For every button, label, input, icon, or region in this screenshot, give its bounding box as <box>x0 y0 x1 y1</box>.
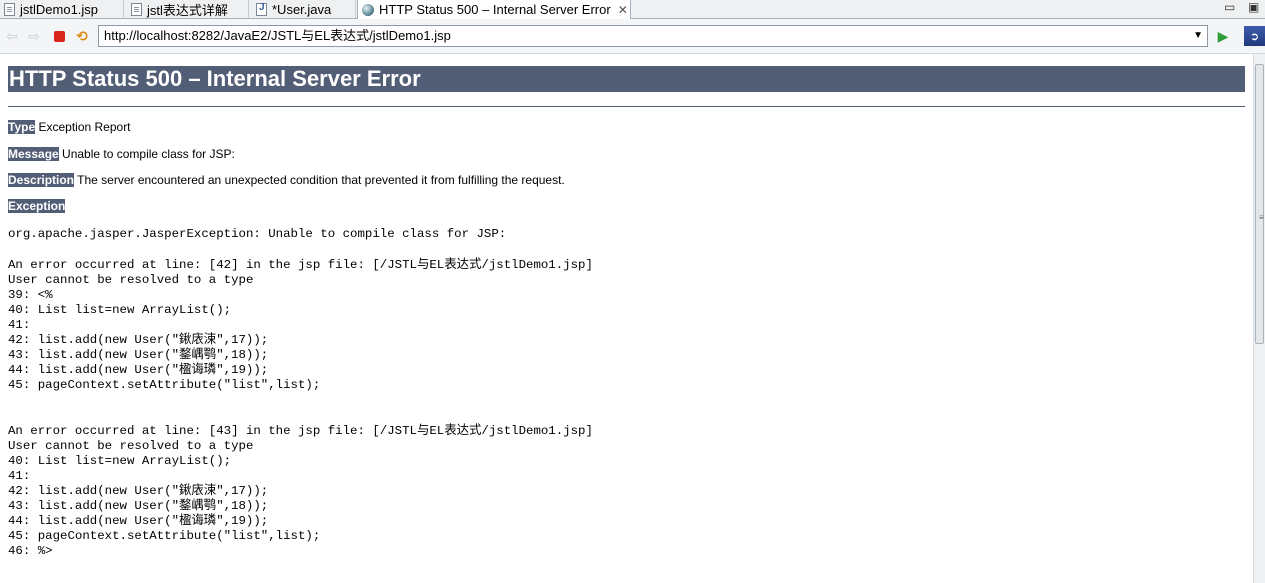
type-value: Exception Report <box>38 120 131 134</box>
message-row: Message Unable to compile class for JSP: <box>8 147 235 162</box>
page-title: HTTP Status 500 – Internal Server Error <box>8 66 1245 92</box>
close-tab-icon[interactable]: ✕ <box>618 3 628 17</box>
vertical-scrollbar[interactable]: ≡ <box>1253 54 1265 583</box>
type-row: Type Exception Report <box>8 120 131 135</box>
message-value: Unable to compile class for JSP: <box>62 147 235 161</box>
document-icon <box>131 2 142 16</box>
divider <box>8 106 1245 107</box>
tab-http-status-500[interactable]: HTTP Status 500 – Internal Server Error … <box>357 0 631 19</box>
tab-label: *User.java <box>272 1 332 17</box>
tab-jstl-expression-doc[interactable]: jstl表达式详解 <box>127 0 249 18</box>
refresh-icon[interactable]: ⟲ <box>74 28 90 44</box>
type-label: Type <box>8 120 36 134</box>
java-file-icon <box>256 2 267 16</box>
exception-line: org.apache.jasper.JasperException: Unabl… <box>8 227 507 241</box>
jsp-file-icon <box>4 2 15 16</box>
minimize-icon[interactable]: ▭ <box>1224 0 1235 14</box>
back-arrow-icon[interactable]: ⇦ <box>4 28 20 44</box>
tab-label: jstl表达式详解 <box>147 2 228 18</box>
tab-label: HTTP Status 500 – Internal Server Error <box>379 2 611 17</box>
exception-label: Exception <box>8 199 66 213</box>
editor-tab-bar: jstlDemo1.jsp jstl表达式详解 *User.java HTTP … <box>0 0 1265 19</box>
exception-row: Exception <box>8 199 66 214</box>
forward-arrow-icon[interactable]: ⇨ <box>26 28 42 44</box>
globe-icon <box>362 3 374 16</box>
go-icon[interactable]: ▶ <box>1215 28 1231 44</box>
chevron-down-icon[interactable]: ▼ <box>1193 26 1203 46</box>
url-input[interactable]: http://localhost:8282/JavaE2/JSTL与EL表达式/… <box>98 25 1208 47</box>
scrollbar-thumb[interactable]: ≡ <box>1255 64 1264 344</box>
description-value: The server encountered an unexpected con… <box>77 173 565 187</box>
stop-icon[interactable] <box>51 28 67 44</box>
browser-toolbar: ⇦ ⇨ ⟲ http://localhost:8282/JavaE2/JSTL与… <box>0 19 1265 54</box>
error-block-1: An error occurred at line: [42] in the j… <box>8 258 593 392</box>
tab-user-java[interactable]: *User.java <box>252 0 356 18</box>
message-label: Message <box>8 147 59 161</box>
maximize-icon[interactable]: ▣ <box>1248 0 1259 14</box>
open-external-browser-icon[interactable]: ➲ <box>1244 26 1265 46</box>
error-block-2: An error occurred at line: [43] in the j… <box>8 424 593 558</box>
description-row: Description The server encountered an un… <box>8 173 565 188</box>
description-label: Description <box>8 173 75 187</box>
tab-jstldemo1-jsp[interactable]: jstlDemo1.jsp <box>0 0 124 18</box>
grip-icon: ≡ <box>1259 213 1264 222</box>
tab-label: jstlDemo1.jsp <box>20 1 99 17</box>
url-text: http://localhost:8282/JavaE2/JSTL与EL表达式/… <box>104 28 451 43</box>
page-content: HTTP Status 500 – Internal Server Error … <box>0 54 1253 583</box>
